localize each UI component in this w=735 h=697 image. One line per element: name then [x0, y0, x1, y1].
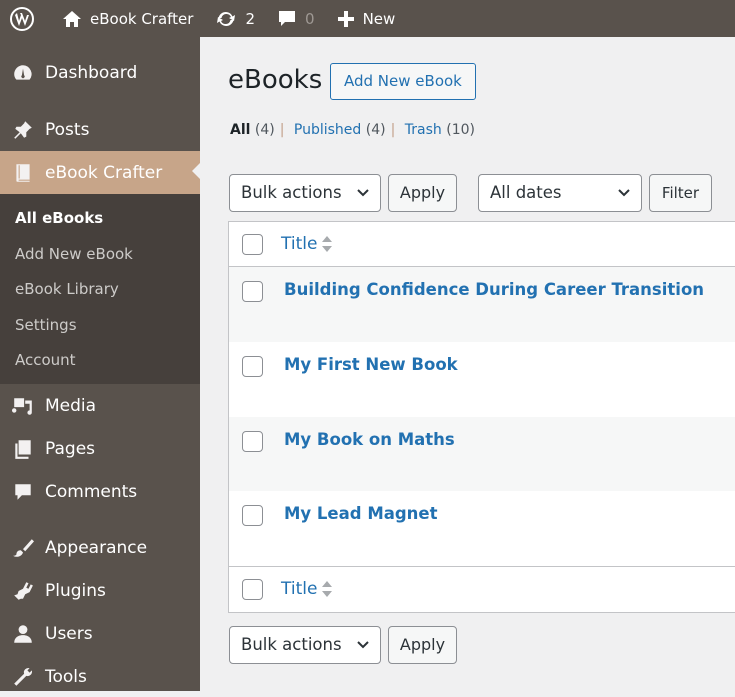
wordpress-logo[interactable]	[0, 0, 42, 37]
pin-icon	[0, 119, 45, 141]
admin-sidebar: Dashboard Posts eBook Crafter All eBooks…	[0, 37, 200, 691]
menu-comments[interactable]: Comments	[0, 472, 200, 512]
submenu-add-new-ebook[interactable]: Add New eBook	[0, 237, 200, 273]
bulk-actions-select-bottom[interactable]: Bulk actions	[229, 626, 381, 664]
ebook-title-link[interactable]: Building Confidence During Career Transi…	[284, 280, 704, 299]
select-all-checkbox-footer[interactable]	[242, 579, 263, 600]
comment-icon	[0, 481, 45, 503]
ebook-crafter-submenu: All eBooks Add New eBook eBook Library S…	[0, 194, 200, 384]
menu-dashboard[interactable]: Dashboard	[0, 53, 200, 93]
apply-button-bottom[interactable]: Apply	[388, 626, 457, 664]
comment-icon	[279, 10, 296, 26]
plugin-icon	[0, 580, 45, 602]
pages-icon	[0, 438, 45, 460]
view-trash[interactable]: Trash	[405, 122, 442, 138]
view-published[interactable]: Published	[294, 122, 361, 138]
ebook-title-link[interactable]: My Book on Maths	[284, 430, 455, 449]
view-count: (10)	[446, 122, 475, 138]
view-filters: All (4) | Published (4) | Trash (10)	[230, 122, 475, 138]
wordpress-icon	[10, 6, 34, 31]
column-title-sort-footer[interactable]: Title	[281, 579, 317, 599]
chevron-down-icon	[356, 627, 370, 676]
admin-bar: eBook Crafter 2 0 New	[0, 0, 735, 37]
submenu-ebook-library[interactable]: eBook Library	[0, 272, 200, 308]
table-row: My Lead Magnet	[229, 491, 735, 566]
ebooks-table: Title Building Confidence During Career …	[228, 221, 735, 613]
media-icon	[0, 395, 45, 417]
menu-ebook-crafter[interactable]: eBook Crafter	[0, 151, 200, 194]
updates-icon	[217, 11, 236, 26]
menu-plugins[interactable]: Plugins	[0, 571, 200, 611]
sort-icon	[321, 579, 333, 603]
ebook-title-link[interactable]: My Lead Magnet	[284, 504, 438, 523]
menu-label: eBook Crafter	[45, 162, 163, 183]
updates-link[interactable]: 2	[207, 0, 263, 37]
table-row: My Book on Maths	[229, 417, 735, 491]
submenu-settings[interactable]: Settings	[0, 308, 200, 344]
site-name-link[interactable]: eBook Crafter	[54, 0, 201, 37]
menu-label: Pages	[45, 439, 96, 459]
site-name: eBook Crafter	[90, 9, 194, 28]
chevron-down-icon	[356, 175, 370, 224]
filter-button[interactable]: Filter	[649, 174, 712, 212]
menu-label: Comments	[45, 482, 138, 502]
menu-label: Appearance	[45, 538, 148, 558]
add-new-ebook-button[interactable]: Add New eBook	[330, 63, 476, 100]
view-count: (4)	[365, 122, 386, 138]
new-label: New	[362, 9, 396, 28]
updates-count: 2	[245, 9, 256, 28]
sort-icon	[321, 234, 333, 258]
menu-label: Media	[45, 396, 97, 416]
select-value: All dates	[490, 183, 562, 202]
table-row: My First New Book	[229, 342, 735, 417]
submenu-account[interactable]: Account	[0, 343, 200, 379]
menu-posts[interactable]: Posts	[0, 110, 200, 150]
menu-label: Tools	[45, 667, 87, 687]
new-content-link[interactable]: New	[329, 0, 404, 37]
menu-media[interactable]: Media	[0, 386, 200, 426]
submenu-all-ebooks[interactable]: All eBooks	[0, 201, 200, 237]
comments-link[interactable]: 0	[269, 0, 323, 37]
row-checkbox[interactable]	[242, 505, 263, 526]
dashboard-icon	[0, 62, 45, 84]
menu-label: Dashboard	[45, 63, 138, 83]
row-checkbox[interactable]	[242, 281, 263, 302]
select-value: Bulk actions	[241, 635, 342, 654]
wrench-icon	[0, 666, 45, 688]
comments-count: 0	[305, 9, 315, 28]
book-icon	[0, 162, 45, 184]
row-checkbox[interactable]	[242, 356, 263, 377]
menu-appearance[interactable]: Appearance	[0, 528, 200, 568]
dates-filter-select[interactable]: All dates	[478, 174, 642, 212]
menu-tools[interactable]: Tools	[0, 657, 200, 697]
chevron-down-icon	[617, 175, 631, 224]
row-checkbox[interactable]	[242, 431, 263, 452]
table-footer: Title	[229, 566, 735, 612]
menu-label: Users	[45, 624, 93, 644]
view-count: (4)	[254, 122, 275, 138]
menu-label: Posts	[45, 120, 90, 140]
user-icon	[0, 623, 45, 645]
bulk-actions-select-top[interactable]: Bulk actions	[229, 174, 381, 212]
ebook-title-link[interactable]: My First New Book	[284, 355, 458, 374]
column-title-sort[interactable]: Title	[281, 234, 317, 254]
select-value: Bulk actions	[241, 183, 342, 202]
menu-label: Plugins	[45, 581, 106, 601]
table-header: Title	[229, 222, 735, 267]
select-all-checkbox[interactable]	[242, 234, 263, 255]
home-icon	[63, 10, 81, 27]
brush-icon	[0, 537, 45, 559]
apply-button-top[interactable]: Apply	[388, 174, 457, 212]
menu-users[interactable]: Users	[0, 614, 200, 654]
view-all[interactable]: All	[230, 122, 250, 138]
page-title: eBooks	[228, 65, 323, 95]
table-row: Building Confidence During Career Transi…	[229, 267, 735, 342]
plus-icon	[337, 10, 354, 27]
menu-pages[interactable]: Pages	[0, 429, 200, 469]
